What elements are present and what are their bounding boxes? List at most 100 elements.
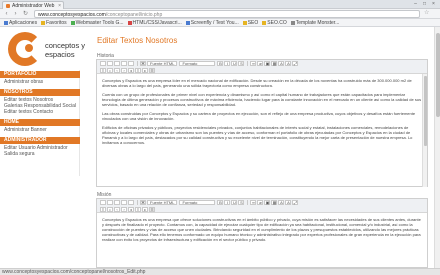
table-icon[interactable]: ▦	[271, 200, 278, 206]
justify-icon[interactable]: ☰	[149, 207, 155, 213]
editor-toolbar: ⌘ Fuente HTML Formato B I U S ∞ ⌀ ▣ ▦ A A ⤢ ≡ • ‹ › ⫷ ≡ ⫸ ☰	[97, 60, 427, 74]
bookmark-icon	[290, 20, 295, 25]
reload-icon[interactable]: ↻	[22, 11, 29, 17]
strike-icon[interactable]: S	[238, 61, 245, 67]
bg-color-icon[interactable]: A	[285, 200, 292, 206]
table-icon[interactable]: ▦	[271, 61, 278, 67]
browser-tab[interactable]: Administrador Web ×	[2, 1, 64, 9]
html-source-button[interactable]: Fuente HTML	[147, 200, 178, 206]
numbered-list-icon[interactable]: ≡	[100, 68, 106, 74]
bg-color-icon[interactable]: A	[285, 61, 292, 67]
maximize-button[interactable]: □	[421, 1, 428, 7]
color-icon[interactable]: A	[278, 61, 285, 67]
align-left-icon[interactable]: ⫷	[128, 207, 134, 213]
scroll-thumb[interactable]	[424, 76, 427, 146]
copy-icon[interactable]	[107, 61, 113, 67]
page-scrollbar[interactable]	[434, 27, 440, 268]
bookmark-item[interactable]: SEO	[242, 19, 259, 26]
bookmark-icon	[41, 20, 46, 25]
justify-icon[interactable]: ☰	[149, 68, 155, 74]
minimize-button[interactable]: –	[412, 1, 419, 7]
redo-icon[interactable]	[128, 61, 134, 67]
bookmark-label: Template Monster...	[295, 20, 340, 26]
align-center-icon[interactable]: ≡	[135, 68, 141, 74]
indent-icon[interactable]: ›	[121, 207, 127, 213]
bookmark-item[interactable]: Favoritos	[41, 19, 67, 26]
editor-body[interactable]: Conceptos y Espacios es una empresa líde…	[97, 74, 427, 153]
link-icon[interactable]: ∞	[250, 61, 257, 67]
html-source-button[interactable]: Fuente HTML	[147, 61, 178, 67]
align-right-icon[interactable]: ⫸	[142, 207, 148, 213]
editor-toolbar: ⌘ Fuente HTML Formato B I U S ∞ ⌀ ▣ ▦ A A ⤢ ≡ • ‹ › ⫷ ≡ ⫸ ☰	[97, 199, 427, 213]
maximize-icon[interactable]: ⤢	[292, 61, 299, 67]
indent-icon[interactable]: ›	[121, 68, 127, 74]
align-right-icon[interactable]: ⫸	[142, 68, 148, 74]
align-center-icon[interactable]: ≡	[135, 207, 141, 213]
maximize-icon[interactable]: ⤢	[292, 200, 299, 206]
format-select[interactable]: Formato	[179, 61, 216, 67]
bookmark-icon	[127, 20, 132, 25]
bookmark-item[interactable]: Webmaster Tools G...	[70, 19, 124, 26]
italic-icon[interactable]: I	[224, 61, 231, 67]
underline-icon[interactable]: U	[231, 61, 238, 67]
bookmark-item[interactable]: Template Monster...	[290, 19, 340, 26]
bookmark-icon	[70, 20, 75, 25]
bookmark-item[interactable]: Aplicaciones	[4, 19, 38, 26]
undo-icon[interactable]	[121, 61, 127, 67]
bullet-list-icon[interactable]: •	[107, 207, 113, 213]
rich-text-editor-mision[interactable]: ⌘ Fuente HTML Formato B I U S ∞ ⌀ ▣ ▦ A A ⤢ ≡ • ‹ › ⫷ ≡ ⫸ ☰ C…	[96, 198, 428, 268]
format-select[interactable]: Formato	[179, 200, 216, 206]
bookmark-label: Aplicaciones	[9, 20, 38, 26]
bold-icon[interactable]: B	[217, 61, 224, 67]
page-scroll-thumb[interactable]	[436, 33, 440, 117]
bookmark-star-icon[interactable]: ☆	[424, 10, 431, 17]
align-left-icon[interactable]: ⫷	[128, 68, 134, 74]
rich-text-editor-historia[interactable]: ⌘ Fuente HTML Formato B I U S ∞ ⌀ ▣ ▦ A A ⤢ ≡ • ‹ › ⫷ ≡ ⫸ ☰ C…	[96, 59, 428, 187]
toolbar-separator	[247, 200, 249, 206]
image-icon[interactable]: ▣	[264, 200, 271, 206]
bookmark-item[interactable]: Screenfly / Test You...	[185, 19, 239, 26]
bold-icon[interactable]: B	[217, 200, 224, 206]
forward-icon[interactable]: ›	[12, 11, 19, 17]
toolbar-separator	[247, 61, 249, 67]
copy-icon[interactable]	[107, 200, 113, 206]
bookmark-label: HTML/CSS/Javascri...	[132, 20, 182, 26]
color-icon[interactable]: A	[278, 200, 285, 206]
paste-icon[interactable]	[114, 200, 120, 206]
strike-icon[interactable]: S	[238, 200, 245, 206]
unlink-icon[interactable]: ⌀	[257, 200, 264, 206]
bookmark-item[interactable]: SEO.CO	[262, 19, 287, 26]
logo-mark-icon	[8, 32, 42, 66]
redo-icon[interactable]	[128, 200, 134, 206]
close-window-button[interactable]: ×	[430, 1, 437, 7]
editor-scrollbar[interactable]	[422, 74, 427, 187]
toolbar-row: ≡ • ‹ › ⫷ ≡ ⫸ ☰	[100, 207, 156, 213]
numbered-list-icon[interactable]: ≡	[100, 207, 106, 213]
outdent-icon[interactable]: ‹	[114, 68, 120, 74]
cut-icon[interactable]	[100, 200, 106, 206]
unlink-icon[interactable]: ⌀	[257, 61, 264, 67]
italic-icon[interactable]: I	[224, 200, 231, 206]
outdent-icon[interactable]: ‹	[114, 207, 120, 213]
bookmark-label: Screenfly / Test You...	[190, 20, 239, 26]
editor-body[interactable]: Conceptos y Espacios es una empresa que …	[97, 213, 427, 250]
sidebar-section-header: HOME	[0, 119, 80, 126]
bookmark-icon	[185, 20, 190, 25]
site-logo[interactable]: conceptos y espacios	[8, 32, 85, 68]
editor-paragraph: Las obras construidas por Conceptos y Es…	[102, 111, 416, 121]
cut-icon[interactable]	[100, 61, 106, 67]
bookmark-label: SEO	[247, 20, 259, 26]
favicon-icon	[6, 3, 10, 8]
bookmark-icon	[4, 20, 8, 25]
image-icon[interactable]: ▣	[264, 61, 271, 67]
link-icon[interactable]: ∞	[250, 200, 257, 206]
bookmark-icon	[262, 20, 267, 25]
paste-icon[interactable]	[114, 61, 120, 67]
bullet-list-icon[interactable]: •	[107, 68, 113, 74]
underline-icon[interactable]: U	[231, 200, 238, 206]
address-bar[interactable]: www.conceptosyespacios.com/conceptopanel…	[34, 10, 420, 18]
bookmarks-bar: Aplicaciones Favoritos Webmaster Tools G..…	[0, 19, 440, 27]
back-icon[interactable]: ‹	[3, 11, 10, 17]
undo-icon[interactable]	[121, 200, 127, 206]
bookmark-item[interactable]: HTML/CSS/Javascri...	[127, 19, 182, 26]
